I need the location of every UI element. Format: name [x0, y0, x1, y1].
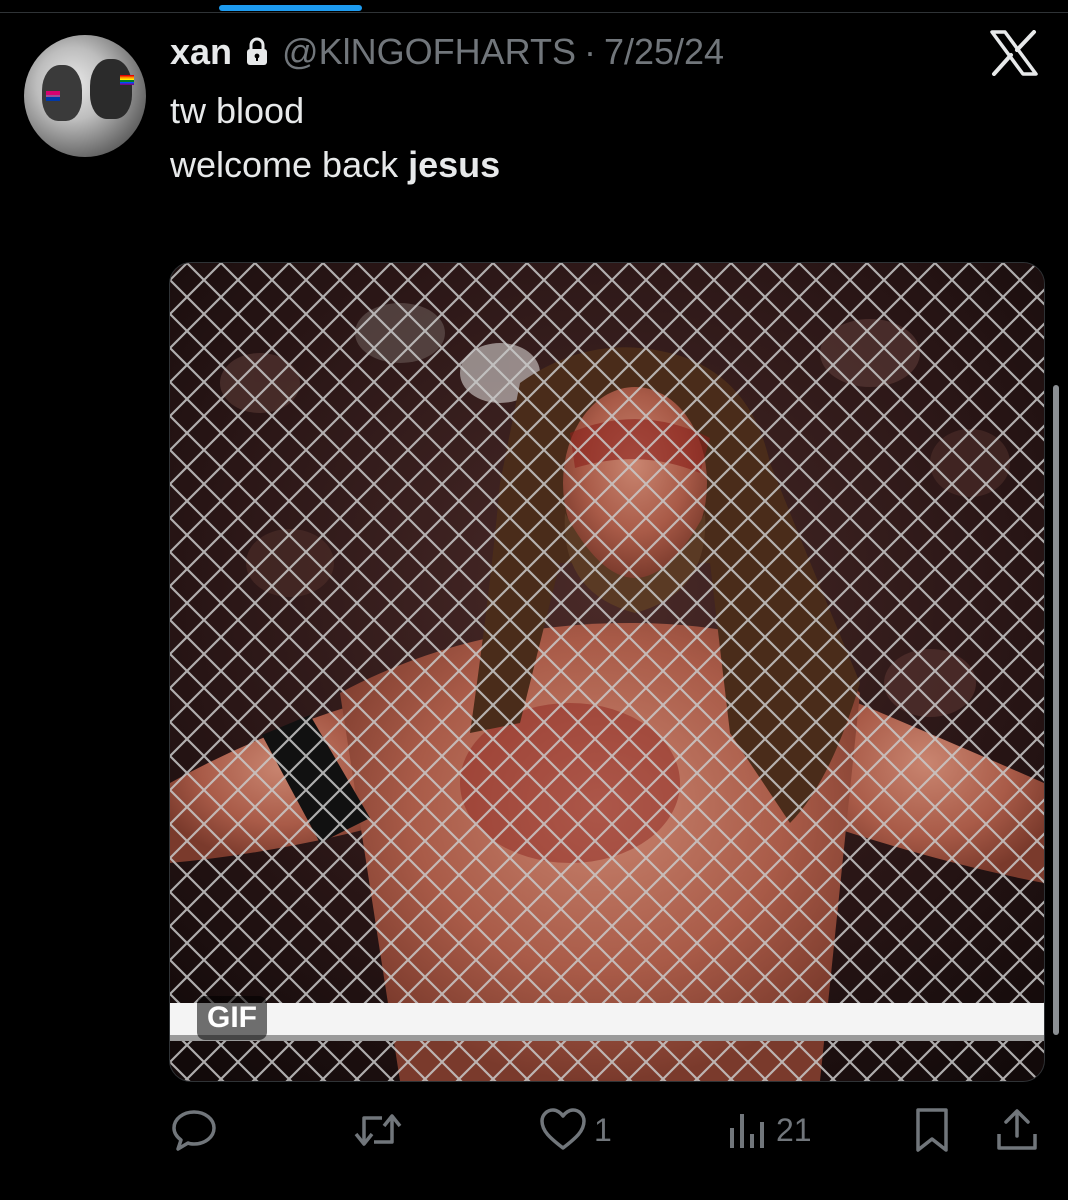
ring-rope: [170, 1003, 1044, 1039]
like-button[interactable]: 1: [538, 1100, 612, 1160]
user-handle[interactable]: @KlNGOFHARTS: [282, 31, 576, 73]
reply-icon: [170, 1106, 218, 1154]
chain-link-fence: [170, 263, 1044, 1081]
tweet-actions: 1 21: [0, 1100, 1068, 1160]
separator-dot: ·: [583, 31, 596, 72]
lock-icon: [246, 37, 268, 67]
tweet-header: xan @KlNGOFHARTS · 7/25/24: [170, 28, 724, 76]
views-button[interactable]: 21: [726, 1100, 812, 1160]
tweet-media-gif[interactable]: GIF: [169, 262, 1045, 1082]
repost-icon: [352, 1106, 404, 1154]
rainbow-flag-icon: [120, 75, 134, 85]
heart-icon: [538, 1106, 588, 1154]
tab-indicator: [219, 5, 362, 11]
share-icon: [994, 1106, 1040, 1154]
tweet-text-line-1: tw blood: [170, 90, 305, 131]
views-count: 21: [776, 1111, 812, 1148]
reply-button[interactable]: [170, 1100, 224, 1160]
avatar[interactable]: [24, 35, 146, 157]
tweet-text-bold: jesus: [408, 144, 501, 185]
repost-button[interactable]: [352, 1100, 410, 1160]
views-icon: [726, 1106, 770, 1154]
bookmark-button[interactable]: [910, 1100, 954, 1160]
pride-flag-icon: [46, 91, 60, 101]
ring-rope-shadow: [170, 1035, 1044, 1041]
scrollbar[interactable]: [1053, 385, 1059, 1035]
avatar-figure-right: [90, 59, 132, 119]
like-count: 1: [594, 1111, 612, 1148]
top-divider: [0, 12, 1068, 13]
x-logo-icon[interactable]: [990, 30, 1038, 76]
gif-badge: GIF: [197, 996, 267, 1040]
tweet-text-line-2: welcome back jesus: [170, 138, 500, 192]
tweet-date[interactable]: 7/25/24: [604, 31, 724, 73]
tweet-text-plain: welcome back: [170, 144, 409, 185]
display-name[interactable]: xan: [170, 31, 232, 73]
bookmark-icon: [910, 1106, 954, 1154]
share-button[interactable]: [994, 1100, 1040, 1160]
tweet-text: tw blood welcome back jesus: [170, 84, 500, 192]
